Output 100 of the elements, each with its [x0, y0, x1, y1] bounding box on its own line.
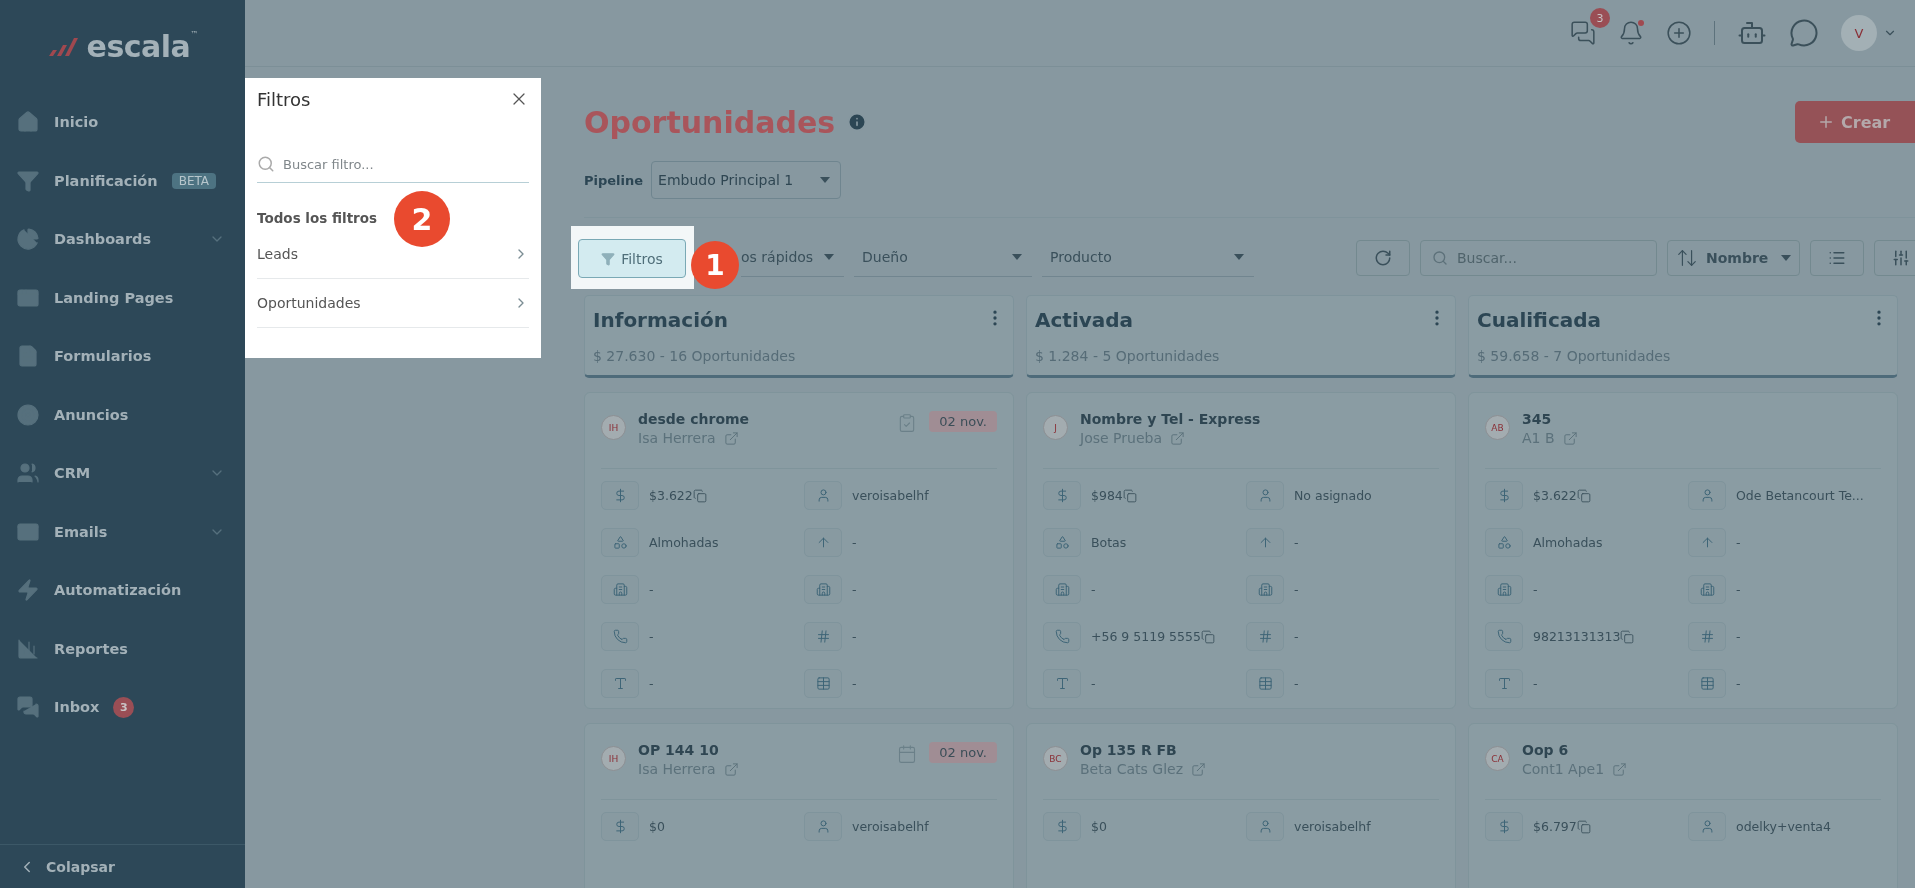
sidebar-item[interactable]: Emails: [0, 502, 245, 561]
building-icon: [1496, 582, 1512, 597]
field-value: -: [1736, 582, 1741, 597]
avatar-initials: AB: [1485, 415, 1510, 440]
field-value: odelky+venta4: [1736, 819, 1831, 834]
panel-title: Filtros: [257, 88, 311, 110]
external-link-icon[interactable]: [723, 761, 739, 777]
step-marker: 2: [394, 191, 450, 247]
field-value: -: [1736, 629, 1741, 644]
sidebar-label: Automatización: [54, 582, 182, 599]
shapes-icon: [1054, 535, 1070, 550]
field-value: veroisabelhf: [852, 488, 929, 503]
sidebar-label: Emails: [54, 523, 108, 540]
copy-icon[interactable]: [692, 488, 707, 503]
external-link-icon[interactable]: [1562, 430, 1578, 446]
table-icon: [1699, 676, 1715, 691]
external-link-icon[interactable]: [723, 430, 739, 446]
sidebar-item[interactable]: Automatización: [0, 561, 245, 620]
page-title: Oportunidades: [584, 104, 836, 140]
external-link-icon[interactable]: [1612, 761, 1628, 777]
external-link-icon[interactable]: [1169, 430, 1185, 446]
count-badge: 3: [113, 696, 135, 718]
add-icon[interactable]: [1666, 20, 1692, 46]
sidebar-item[interactable]: Formularios: [0, 327, 245, 386]
hash-icon: [1257, 629, 1273, 644]
field-value: -: [1294, 535, 1299, 550]
filter-dropdown[interactable]: Dueño: [854, 238, 1032, 277]
user-icon: [815, 819, 831, 834]
shapes-icon: [612, 535, 628, 550]
logo-text: escala: [86, 29, 191, 64]
field-value: +56 9 5119 5555: [1091, 629, 1215, 644]
sidebar-item[interactable]: CRM: [0, 444, 245, 503]
field-value: Almohadas: [649, 535, 719, 550]
sidebar-label: Formularios: [54, 348, 152, 365]
phone-icon: [1496, 629, 1512, 644]
info-icon[interactable]: [847, 112, 868, 132]
copy-icon[interactable]: [1122, 488, 1137, 503]
copy-icon[interactable]: [1620, 629, 1635, 644]
external-link-icon[interactable]: [1191, 761, 1207, 777]
filter-dropdown[interactable]: Producto: [1042, 238, 1254, 277]
card-title: OP 144 10: [638, 742, 720, 758]
field-value: -: [1091, 582, 1096, 597]
field-value: -: [649, 629, 654, 644]
collapse-button[interactable]: Colapsar: [0, 844, 245, 888]
refresh-icon: [1374, 248, 1392, 267]
avatar-initials: J: [1043, 415, 1068, 440]
avatar-initials: BC: [1043, 746, 1068, 771]
pipeline-select[interactable]: Embudo Principal 1: [651, 161, 842, 199]
field-value: -: [1736, 535, 1741, 550]
field-value: -: [852, 535, 857, 550]
avatar-initials: IH: [601, 746, 626, 771]
sidebar-item[interactable]: Dashboards: [0, 210, 245, 269]
create-button[interactable]: Crear: [1795, 101, 1915, 143]
user-icon: [815, 488, 831, 503]
sidebar-item[interactable]: Landing Pages: [0, 268, 245, 327]
building-icon: [1699, 582, 1715, 597]
field-value: -: [1294, 582, 1299, 597]
lightning-icon: [16, 578, 40, 603]
sidebar-item[interactable]: Inicio: [0, 93, 245, 152]
sidebar-item[interactable]: Anuncios: [0, 385, 245, 444]
section-heading: Todos los filtros: [257, 210, 378, 226]
list-view-button[interactable]: [1810, 239, 1864, 276]
field-value: -: [852, 676, 857, 691]
building-icon: [612, 582, 628, 597]
sidebar-item[interactable]: Inbox 3: [0, 678, 245, 737]
copy-icon[interactable]: [1200, 629, 1215, 644]
shapes-icon: [1496, 535, 1512, 550]
filter-search-field[interactable]: Buscar filtro...: [257, 146, 529, 183]
caret-icon: [1234, 254, 1244, 260]
bell-icon[interactable]: [1618, 20, 1644, 46]
sidebar-item[interactable]: Planificación BETA: [0, 151, 245, 210]
field-value: Almohadas: [1533, 535, 1603, 550]
support-chat-icon[interactable]: [1789, 18, 1819, 48]
sort-button[interactable]: Nombre: [1667, 239, 1800, 276]
phone-icon: [1054, 629, 1070, 644]
funnel-icon: [601, 251, 616, 266]
field-value: Ode Betancourt Te...: [1736, 488, 1864, 503]
settings-button[interactable]: [1874, 239, 1915, 276]
filters-button[interactable]: Filtros: [578, 239, 686, 278]
field-value: $0: [1091, 819, 1107, 834]
sidebar-item[interactable]: Reportes: [0, 619, 245, 678]
field-value: veroisabelhf: [1294, 819, 1371, 834]
field-value: -: [1091, 676, 1096, 691]
search-field[interactable]: Buscar...: [1420, 239, 1657, 276]
date-badge: 02 nov.: [929, 742, 997, 763]
chat-icon[interactable]: [1570, 20, 1596, 46]
card-title: Op 135 R FB: [1080, 742, 1178, 758]
calendar-icon: [897, 744, 918, 764]
field-value: $984: [1091, 488, 1137, 503]
field-value: -: [1533, 676, 1538, 691]
filter-category[interactable]: Oportunidades: [257, 279, 529, 328]
column-title: Información: [593, 308, 729, 334]
copy-icon[interactable]: [1576, 819, 1591, 834]
copy-icon[interactable]: [1576, 488, 1591, 503]
refresh-button[interactable]: [1356, 239, 1410, 276]
pipeline-label: Pipeline: [584, 172, 644, 188]
filter-dropdown[interactable]: os rápidos: [741, 238, 844, 277]
table-icon: [815, 676, 831, 691]
sliders-icon: [1892, 248, 1910, 267]
user-avatar[interactable]: V: [1841, 15, 1877, 51]
